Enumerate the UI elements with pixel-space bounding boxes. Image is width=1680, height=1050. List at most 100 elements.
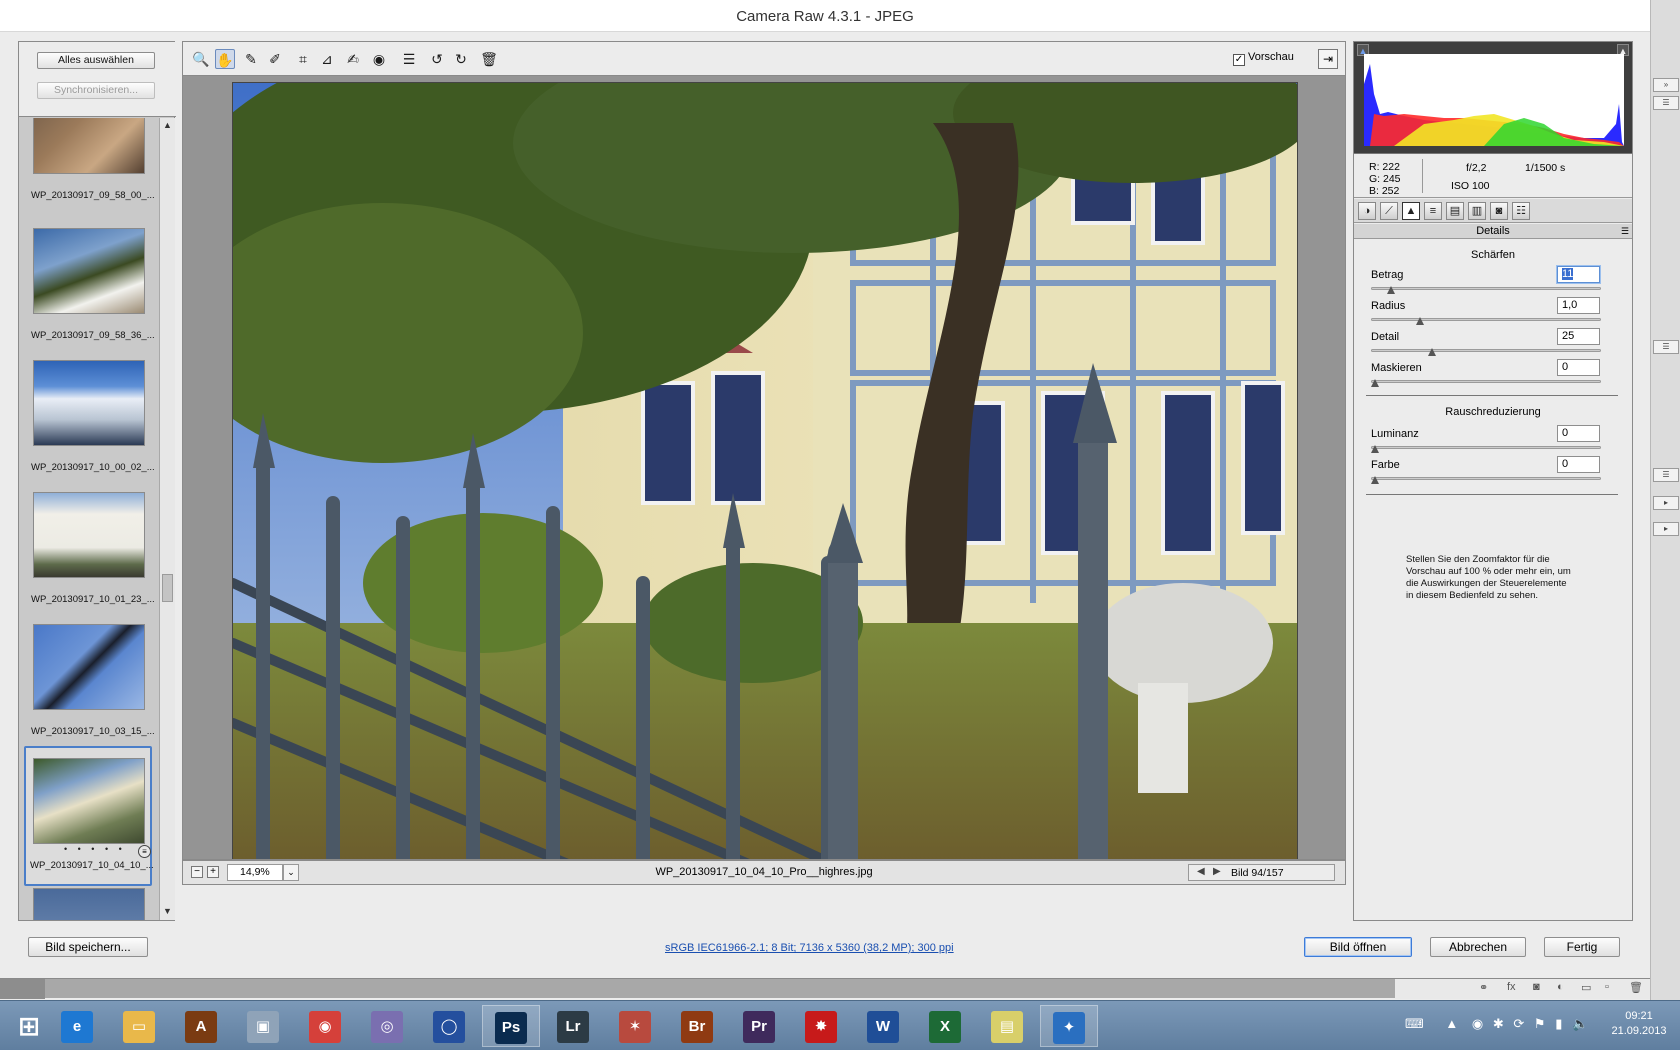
rotate-left-icon[interactable]: ↺	[427, 49, 447, 69]
taskbar-app-file-explorer-icon[interactable]: ▭	[110, 1005, 168, 1047]
filmstrip-item[interactable]: WP_20130917_09_58_36_...	[19, 218, 159, 358]
slider-knob[interactable]	[1371, 476, 1379, 484]
scroll-down-icon[interactable]: ▼	[163, 906, 172, 916]
adjustment-icon[interactable]: ◐	[1557, 981, 1564, 993]
taskbar-app-app-prism-icon[interactable]: ✶	[606, 1005, 664, 1047]
slider-amount[interactable]: Betrag 11	[1371, 265, 1616, 295]
slider-track[interactable]	[1371, 318, 1601, 321]
slider-knob[interactable]	[1386, 286, 1395, 294]
slider-luminance[interactable]: Luminanz 0	[1371, 424, 1616, 454]
taskbar-app-dvd-player-icon[interactable]: ◎	[358, 1005, 416, 1047]
preview-checkbox[interactable]: ✓ Vorschau	[1233, 51, 1294, 66]
signal-icon[interactable]: ▮	[1555, 1016, 1562, 1031]
dock-panel-tab[interactable]: ☰	[1653, 96, 1679, 110]
slider-track[interactable]	[1371, 446, 1601, 449]
slider-track[interactable]	[1371, 380, 1601, 383]
filmstrip-item[interactable]	[19, 878, 159, 920]
filmstrip-list[interactable]: WP_20130917_09_58_00_... WP_20130917_09_…	[19, 118, 159, 920]
taskbar-app-bridge-icon[interactable]: Br	[668, 1005, 726, 1047]
filmstrip-item[interactable]: WP_20130917_09_58_00_...	[19, 118, 159, 218]
cancel-button[interactable]: Abbrechen	[1430, 937, 1526, 957]
tab-basic-icon[interactable]: ◑	[1358, 202, 1376, 220]
save-image-button[interactable]: Bild speichern...	[28, 937, 148, 957]
filmstrip-scrollbar[interactable]: ▲ ▼	[159, 118, 175, 920]
luminance-input[interactable]: 0	[1557, 425, 1600, 442]
folder-icon[interactable]: ▭	[1581, 981, 1591, 994]
select-all-button[interactable]: Alles auswählen	[37, 52, 155, 69]
list-icon[interactable]: ☰	[399, 49, 419, 69]
taskbar-app-app-a-icon[interactable]: A	[172, 1005, 230, 1047]
fx-icon[interactable]: fx	[1507, 981, 1516, 993]
color-input[interactable]: 0	[1557, 456, 1600, 473]
trash-icon[interactable]: 🗑	[479, 49, 499, 69]
dock-collapse-icon[interactable]: »	[1653, 78, 1679, 92]
fullscreen-toggle-icon[interactable]: ⇥	[1318, 49, 1338, 69]
next-image-icon[interactable]: ▶	[1213, 866, 1221, 877]
filmstrip-item[interactable]: WP_20130917_10_00_02_...	[19, 350, 159, 490]
tab-presets-icon[interactable]: ☷	[1512, 202, 1530, 220]
tab-tone-curve-icon[interactable]: ⟋	[1380, 202, 1398, 220]
taskbar-app-word-icon[interactable]: W	[854, 1005, 912, 1047]
filmstrip-item-selected[interactable]: • • • • • ≡ WP_20130917_10_04_10_...	[24, 746, 154, 886]
rating-stars[interactable]: • • • • •	[64, 844, 126, 854]
slider-radius[interactable]: Radius 1,0	[1371, 296, 1616, 326]
taskbar-app-excel-icon[interactable]: X	[916, 1005, 974, 1047]
rotate-right-icon[interactable]: ↻	[451, 49, 471, 69]
preview-canvas[interactable]	[182, 75, 1346, 860]
dock-panel-tab[interactable]: ☰	[1653, 340, 1679, 354]
done-button[interactable]: Fertig	[1544, 937, 1620, 957]
preview-image[interactable]	[232, 82, 1298, 859]
taskbar-app-premiere-icon[interactable]: Pr	[730, 1005, 788, 1047]
new-layer-icon[interactable]: ▫	[1605, 981, 1609, 993]
bluetooth-icon[interactable]: ✱	[1493, 1016, 1504, 1031]
magnifier-icon[interactable]: 🔍	[191, 49, 211, 69]
previous-image-icon[interactable]: ◀	[1197, 866, 1205, 877]
red-eye-icon[interactable]: ◉	[369, 49, 389, 69]
taskbar-app-app-splash-icon[interactable]: ✸	[792, 1005, 850, 1047]
tab-lens-corrections-icon[interactable]: ▥	[1468, 202, 1486, 220]
volume-icon[interactable]: 🔈	[1572, 1016, 1588, 1031]
clock[interactable]: 09:21 21.09.2013	[1600, 1009, 1678, 1039]
trash-icon[interactable]: 🗑	[1629, 981, 1643, 994]
tab-hsl-icon[interactable]: ≡	[1424, 202, 1442, 220]
hand-icon[interactable]: ✋	[215, 49, 235, 69]
crop-icon[interactable]: ⌗	[293, 49, 313, 69]
panel-menu-icon[interactable]: ☰	[1621, 224, 1629, 238]
radius-input[interactable]: 1,0	[1557, 297, 1600, 314]
detail-input[interactable]: 25	[1557, 328, 1600, 345]
tab-detail-icon[interactable]: ▲	[1402, 202, 1420, 220]
dock-panel-tab[interactable]: ▸	[1653, 496, 1679, 510]
taskbar-app-lightroom-icon[interactable]: Lr	[544, 1005, 602, 1047]
tab-split-toning-icon[interactable]: ▤	[1446, 202, 1464, 220]
checkbox-checked-icon[interactable]: ✓	[1233, 54, 1245, 66]
taskbar-app-photo-viewer-icon[interactable]: ▣	[234, 1005, 292, 1047]
mask-icon[interactable]: ◙	[1533, 981, 1540, 993]
open-image-button[interactable]: Bild öffnen	[1304, 937, 1412, 957]
flag-icon[interactable]: ⚑	[1534, 1016, 1546, 1031]
synchronize-button[interactable]: Synchronisieren...	[37, 82, 155, 99]
filmstrip-item[interactable]: WP_20130917_10_01_23_...	[19, 482, 159, 622]
eyedropper-icon[interactable]: ✎	[241, 49, 261, 69]
taskbar-app-sticky-notes-icon[interactable]: ▤	[978, 1005, 1036, 1047]
taskbar-app-photoshop-icon[interactable]: Ps	[482, 1005, 540, 1047]
filmstrip-item[interactable]: WP_20130917_10_03_15_...	[19, 614, 159, 754]
link-icon[interactable]: ⚭	[1479, 981, 1488, 994]
taskbar-app-app-star-icon[interactable]: ✦	[1040, 1005, 1098, 1047]
taskbar-app-chrome-icon[interactable]: ◉	[296, 1005, 354, 1047]
dock-panel-tab[interactable]: ☰	[1653, 468, 1679, 482]
scroll-thumb[interactable]	[162, 574, 173, 602]
slider-track[interactable]	[1371, 477, 1601, 480]
dock-panel-tab[interactable]: ▸	[1653, 522, 1679, 536]
scroll-up-icon[interactable]: ▲	[163, 120, 172, 130]
slider-track[interactable]	[1371, 287, 1601, 290]
tab-camera-calibration-icon[interactable]: ◙	[1490, 202, 1508, 220]
amount-input[interactable]: 11	[1556, 265, 1601, 284]
slider-knob[interactable]	[1416, 317, 1425, 325]
slider-track[interactable]	[1371, 349, 1601, 352]
sync-icon[interactable]: ⟳	[1513, 1016, 1524, 1031]
network-app-icon[interactable]: ◉	[1472, 1016, 1483, 1031]
slider-color[interactable]: Farbe 0	[1371, 455, 1616, 485]
masking-input[interactable]: 0	[1557, 359, 1600, 376]
retouch-brush-icon[interactable]: ✍	[343, 49, 363, 69]
taskbar-app-internet-explorer-icon[interactable]: e	[48, 1005, 106, 1047]
